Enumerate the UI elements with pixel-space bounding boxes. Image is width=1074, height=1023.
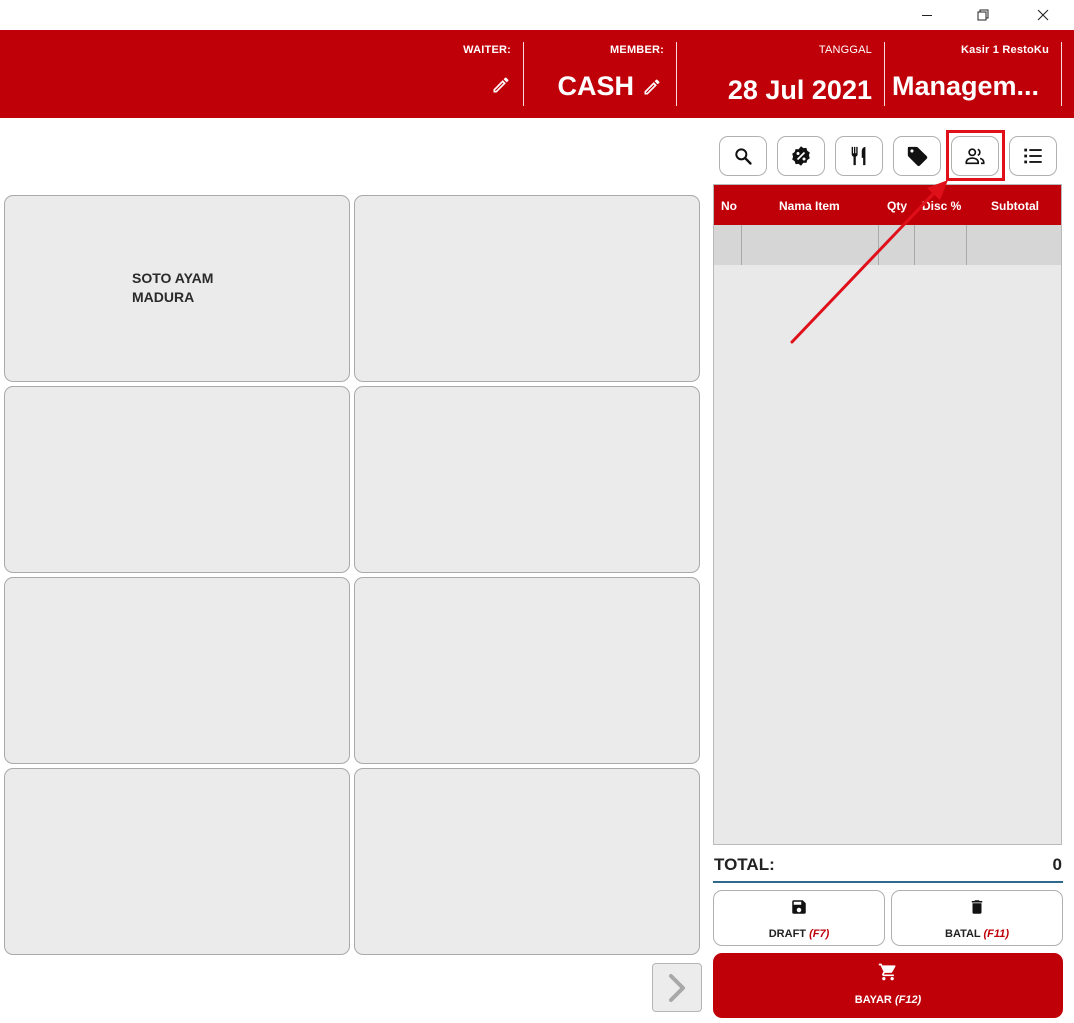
header-divider bbox=[1061, 42, 1062, 106]
product-tile[interactable] bbox=[4, 768, 350, 955]
product-tile[interactable] bbox=[354, 386, 700, 573]
draft-label-group: DRAFT (F7) bbox=[714, 928, 884, 940]
date-value: 28 Jul 2021 bbox=[727, 75, 872, 105]
total-label: TOTAL: bbox=[714, 855, 775, 874]
cancel-button[interactable]: BATAL (F11) bbox=[891, 890, 1063, 946]
restore-button[interactable] bbox=[960, 0, 1006, 30]
cancel-shortcut: (F11) bbox=[983, 928, 1009, 940]
search-icon bbox=[735, 148, 752, 165]
edit-waiter-pencil-icon[interactable] bbox=[491, 75, 511, 95]
discount-badge-icon bbox=[792, 146, 810, 166]
waiter-label: WAITER: bbox=[463, 44, 511, 56]
chevron-right-icon bbox=[669, 973, 685, 1002]
edit-member-pencil-icon[interactable] bbox=[642, 77, 662, 97]
cutlery-icon bbox=[851, 146, 866, 166]
column-header-qty: Qty bbox=[887, 199, 908, 213]
cancel-label-group: BATAL (F11) bbox=[892, 928, 1062, 940]
order-table-header: No Nama Item Qty Disc % Subtotal bbox=[714, 185, 1061, 225]
product-tile[interactable] bbox=[354, 768, 700, 955]
minimize-button[interactable] bbox=[904, 0, 950, 30]
cell-divider bbox=[878, 225, 879, 265]
close-icon bbox=[1037, 9, 1049, 21]
product-tile[interactable] bbox=[4, 386, 350, 573]
cart-icon bbox=[878, 963, 896, 981]
pos-window: WAITER: MEMBER: CASH TANGGAL 28 Jul 2021… bbox=[0, 0, 1074, 1023]
date-label: TANGGAL bbox=[818, 44, 872, 56]
table-row[interactable] bbox=[714, 225, 1061, 265]
discount-button[interactable] bbox=[777, 136, 825, 176]
draft-shortcut: (F7) bbox=[809, 928, 830, 940]
draft-label: DRAFT bbox=[768, 928, 807, 940]
column-header-subtotal: Subtotal bbox=[991, 199, 1039, 213]
list-icon bbox=[1024, 148, 1042, 164]
window-titlebar bbox=[0, 0, 1074, 30]
tag-icon bbox=[907, 146, 928, 167]
pay-label: BAYAR bbox=[854, 994, 892, 1006]
pay-button[interactable]: BAYAR (F12) bbox=[713, 953, 1063, 1018]
pay-shortcut: (F12) bbox=[894, 994, 922, 1006]
draft-button[interactable]: DRAFT (F7) bbox=[713, 890, 885, 946]
trash-icon bbox=[971, 900, 983, 914]
product-tile[interactable] bbox=[354, 195, 700, 382]
tag-button[interactable] bbox=[893, 136, 941, 176]
column-header-item-name: Nama Item bbox=[779, 199, 840, 213]
menu-category-button[interactable] bbox=[835, 136, 883, 176]
cell-divider bbox=[741, 225, 742, 265]
column-header-discount: Disc % bbox=[922, 199, 962, 213]
product-name: SOTO AYAM MADURA bbox=[132, 270, 214, 305]
cashier-section: Kasir 1 RestoKu Managem... bbox=[885, 30, 1061, 118]
annotation-highlight-box bbox=[946, 130, 1005, 181]
member-section[interactable]: MEMBER: CASH bbox=[524, 30, 676, 118]
waiter-section[interactable]: WAITER: bbox=[380, 30, 523, 118]
product-tile[interactable]: SOTO AYAM MADURA bbox=[4, 195, 350, 382]
search-button[interactable] bbox=[719, 136, 767, 176]
restore-icon bbox=[977, 9, 989, 21]
order-table[interactable]: No Nama Item Qty Disc % Subtotal bbox=[713, 184, 1062, 845]
order-list-button[interactable] bbox=[1009, 136, 1057, 176]
total-value: 0 bbox=[1052, 855, 1062, 874]
pos-header: WAITER: MEMBER: CASH TANGGAL 28 Jul 2021… bbox=[0, 30, 1074, 118]
cancel-label: BATAL bbox=[945, 928, 981, 940]
date-section: TANGGAL 28 Jul 2021 bbox=[677, 30, 884, 118]
minimize-icon bbox=[922, 15, 932, 16]
member-label: MEMBER: bbox=[610, 44, 664, 56]
column-header-no: No bbox=[721, 199, 737, 213]
cashier-user: Managem... bbox=[892, 71, 1040, 101]
total-divider bbox=[713, 881, 1063, 883]
close-button[interactable] bbox=[1020, 0, 1066, 30]
member-value: CASH bbox=[557, 71, 634, 101]
product-tile[interactable] bbox=[354, 577, 700, 764]
next-page-button[interactable] bbox=[652, 963, 702, 1012]
save-icon bbox=[792, 900, 806, 914]
cell-divider bbox=[914, 225, 915, 265]
cashier-label: Kasir 1 RestoKu bbox=[961, 44, 1049, 56]
cell-divider bbox=[966, 225, 967, 265]
pay-label-group: BAYAR (F12) bbox=[713, 994, 1063, 1006]
product-tile[interactable] bbox=[4, 577, 350, 764]
